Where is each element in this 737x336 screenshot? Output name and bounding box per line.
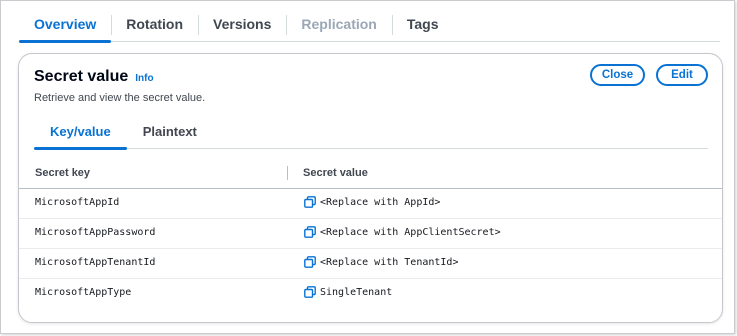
table-row: MicrosoftAppId <Replace with AppId> (19, 189, 722, 219)
tab-replication: Replication (286, 11, 391, 41)
tab-versions[interactable]: Versions (198, 11, 286, 41)
secret-value-cell: <Replace with AppClientSecret> (304, 226, 501, 238)
column-header-secret-key[interactable]: Secret key (35, 167, 90, 179)
secret-key-cell: MicrosoftAppTenantId (35, 257, 156, 268)
secret-details-window: Overview Rotation Versions Replication T… (0, 0, 735, 334)
secret-tabs: Overview Rotation Versions Replication T… (19, 11, 720, 43)
secret-value-cell: <Replace with TenantId> (304, 256, 458, 268)
panel-title: Secret value (34, 68, 129, 85)
secret-value-cell: SingleTenant (304, 286, 392, 298)
secret-value-text: <Replace with TenantId> (320, 256, 459, 268)
close-button[interactable]: Close (590, 64, 645, 86)
secret-key-cell: MicrosoftAppType (35, 287, 132, 298)
tab-overview[interactable]: Overview (19, 11, 112, 43)
table-row: MicrosoftAppType SingleTenant (19, 279, 722, 308)
info-link[interactable]: Info (135, 73, 153, 84)
tab-rotation[interactable]: Rotation (111, 11, 198, 41)
edit-button[interactable]: Edit (656, 64, 708, 86)
panel-header: Secret value Info (34, 68, 154, 86)
secret-value-panel: Secret value Info Retrieve and view the … (18, 53, 723, 323)
secret-table: Secret key Secret value MicrosoftAppId <… (19, 158, 722, 308)
secret-value-text: SingleTenant (320, 286, 393, 298)
column-resize-handle[interactable] (287, 166, 288, 180)
table-header: Secret key Secret value (19, 158, 722, 189)
secret-value-text: <Replace with AppId> (320, 196, 441, 208)
secret-key-cell: MicrosoftAppId (35, 197, 120, 208)
tab-key-value[interactable]: Key/value (34, 116, 127, 150)
table-row: MicrosoftAppTenantId <Replace with Tenan… (19, 249, 722, 279)
panel-description: Retrieve and view the secret value. (34, 92, 206, 104)
secret-value-text: <Replace with AppClientSecret> (320, 226, 501, 238)
tab-plaintext[interactable]: Plaintext (127, 116, 213, 148)
copy-icon[interactable] (304, 256, 316, 268)
secret-value-cell: <Replace with AppId> (304, 196, 440, 208)
copy-icon[interactable] (304, 286, 316, 298)
tab-tags[interactable]: Tags (391, 11, 454, 41)
secret-key-cell: MicrosoftAppPassword (35, 227, 156, 238)
copy-icon[interactable] (304, 226, 316, 238)
copy-icon[interactable] (304, 196, 316, 208)
column-header-secret-value[interactable]: Secret value (303, 167, 368, 179)
value-view-tabs: Key/value Plaintext (34, 116, 708, 150)
table-row: MicrosoftAppPassword <Replace with AppCl… (19, 219, 722, 249)
